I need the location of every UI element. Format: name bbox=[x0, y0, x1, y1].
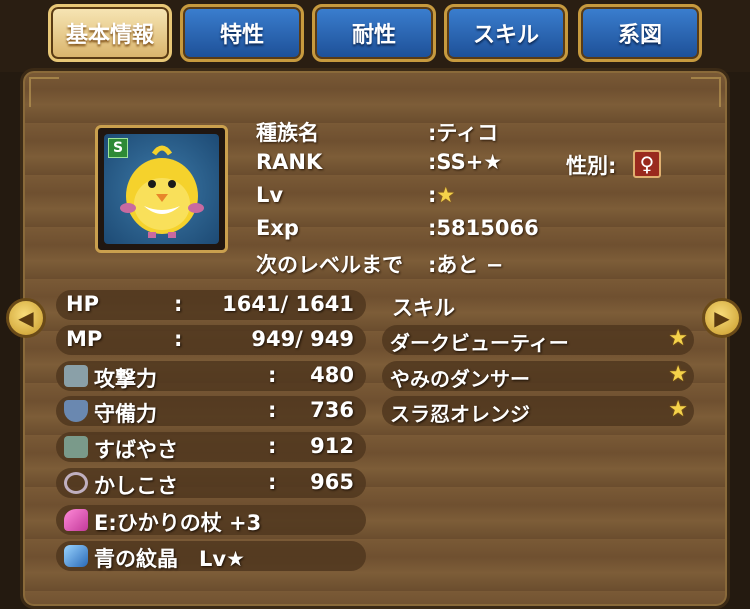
monster-image bbox=[120, 145, 204, 238]
chevron-left-icon: ◀ bbox=[18, 306, 34, 330]
rank-label: RANK bbox=[256, 150, 323, 174]
stat-separator: : bbox=[174, 327, 183, 351]
stat-separator: : bbox=[268, 434, 277, 458]
species-label: 種族名 bbox=[256, 121, 319, 145]
stat-row-defense: 守備力 : 736 bbox=[56, 396, 366, 426]
species-value: :ティコ bbox=[428, 121, 499, 145]
stat-value: 965 bbox=[310, 470, 354, 494]
star-icon: ★ bbox=[436, 183, 456, 207]
next-arrow-button[interactable]: ▶ bbox=[702, 298, 742, 338]
level-value: :★ bbox=[428, 183, 456, 207]
equipment-crystal-row[interactable]: 青の紋晶 Lv★ bbox=[56, 541, 366, 571]
stat-label: 攻撃力 bbox=[94, 367, 157, 391]
stat-value: 736 bbox=[310, 398, 354, 422]
skill-name: やみのダンサー bbox=[390, 367, 530, 391]
tab-skills[interactable]: スキル bbox=[444, 4, 568, 62]
skill-item[interactable]: やみのダンサー ★ bbox=[382, 361, 694, 391]
tab-basic-info[interactable]: 基本情報 bbox=[48, 4, 172, 62]
exp-value: :5815066 bbox=[428, 216, 539, 240]
ornament-icon bbox=[29, 77, 59, 107]
stat-label: HP bbox=[66, 292, 99, 316]
crystal-icon bbox=[64, 545, 88, 567]
shield-icon bbox=[64, 400, 88, 422]
stat-row-mp: MP : 949/ 949 bbox=[56, 325, 366, 355]
gender-label: 性別: bbox=[566, 154, 617, 178]
stat-label: 守備力 bbox=[94, 402, 157, 426]
skill-item[interactable]: スラ忍オレンジ ★ bbox=[382, 396, 694, 426]
stat-separator: : bbox=[268, 398, 277, 422]
skill-item[interactable]: ダークビューティー ★ bbox=[382, 325, 694, 355]
next-level-label: 次のレベルまで bbox=[256, 253, 403, 277]
stat-value: 912 bbox=[310, 434, 354, 458]
level-label: Lv bbox=[256, 183, 284, 207]
crystal-name: 青の紋晶 Lv★ bbox=[94, 547, 245, 571]
weapon-name: E:ひかりの杖 +3 bbox=[94, 511, 262, 535]
stat-separator: : bbox=[268, 470, 277, 494]
rank-value: :SS+★ bbox=[428, 150, 503, 174]
stat-value: 949/ 949 bbox=[251, 327, 354, 351]
stat-label: かしこさ bbox=[94, 474, 178, 498]
ornament-icon bbox=[691, 77, 721, 107]
stat-label: すばやさ bbox=[94, 438, 178, 462]
stat-value: 1641/ 1641 bbox=[222, 292, 354, 316]
skill-name: スラ忍オレンジ bbox=[390, 402, 530, 426]
monster-portrait: S bbox=[95, 125, 228, 253]
stat-separator: : bbox=[174, 292, 183, 316]
prev-arrow-button[interactable]: ◀ bbox=[6, 298, 46, 338]
sword-icon bbox=[64, 365, 88, 387]
stat-row-attack: 攻撃力 : 480 bbox=[56, 361, 366, 391]
staff-icon bbox=[64, 509, 88, 531]
ring-icon bbox=[64, 472, 88, 494]
star-icon: ★ bbox=[668, 326, 688, 351]
skills-header: スキル bbox=[392, 296, 455, 320]
stat-row-agility: すばやさ : 912 bbox=[56, 432, 366, 462]
stat-separator: : bbox=[268, 363, 277, 387]
tab-lineage[interactable]: 系図 bbox=[578, 4, 702, 62]
star-icon: ★ bbox=[668, 362, 688, 387]
female-icon: ♀ bbox=[633, 150, 661, 178]
stat-row-hp: HP : 1641/ 1641 bbox=[56, 290, 366, 320]
boot-icon bbox=[64, 436, 88, 458]
tab-traits[interactable]: 特性 bbox=[180, 4, 304, 62]
skill-name: ダークビューティー bbox=[390, 331, 569, 355]
exp-label: Exp bbox=[256, 216, 299, 240]
star-icon: ★ bbox=[668, 397, 688, 422]
tab-resistance[interactable]: 耐性 bbox=[312, 4, 436, 62]
next-level-value: :あと − bbox=[428, 253, 504, 277]
stat-label: MP bbox=[66, 327, 103, 351]
tab-bar: 基本情報 特性 耐性 スキル 系図 bbox=[0, 0, 750, 72]
equipment-weapon-row[interactable]: E:ひかりの杖 +3 bbox=[56, 505, 366, 535]
chevron-right-icon: ▶ bbox=[714, 306, 730, 330]
stat-value: 480 bbox=[310, 363, 354, 387]
stat-row-wisdom: かしこさ : 965 bbox=[56, 468, 366, 498]
